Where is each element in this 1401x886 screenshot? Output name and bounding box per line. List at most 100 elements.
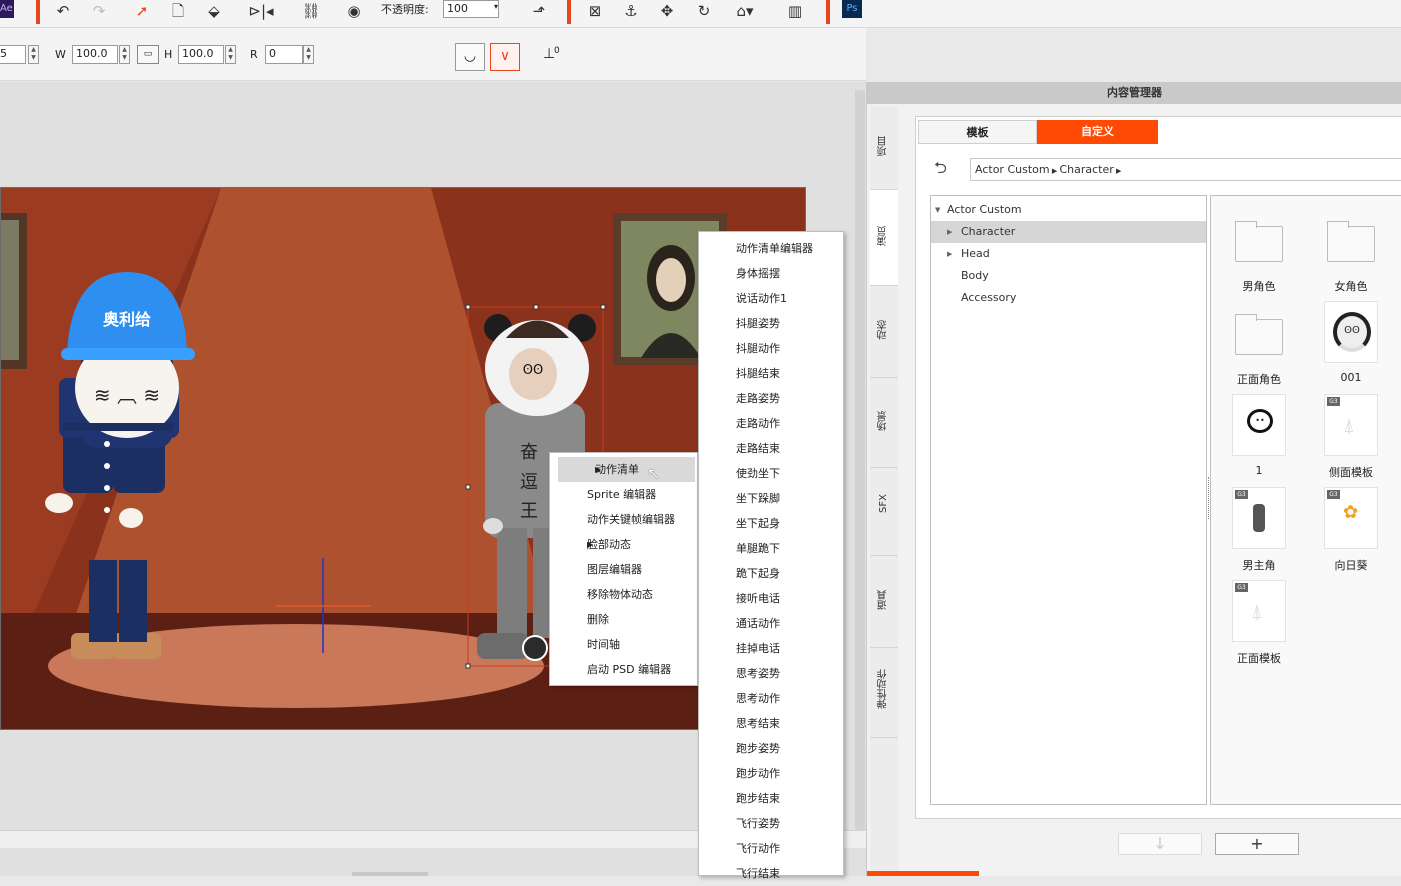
context-menu-item[interactable]: 移除物体动态 xyxy=(550,582,697,607)
submenu-item[interactable]: 动作清单编辑器 xyxy=(699,236,843,261)
ease-in-icon[interactable]: ◡ xyxy=(455,43,485,71)
after-effects-icon[interactable]: Ae xyxy=(0,0,14,18)
submenu-item[interactable]: 飞行结束 xyxy=(699,861,843,886)
stage-vertical-scrollbar[interactable] xyxy=(855,90,865,830)
asset-tile[interactable]: 男角色 xyxy=(1214,208,1304,300)
side-tab[interactable]: 场景 xyxy=(870,378,898,468)
side-tab[interactable]: 道具 xyxy=(870,556,898,648)
context-menu-item[interactable]: 启动 PSD 编辑器 xyxy=(550,657,697,682)
submenu-item[interactable]: 使劲坐下 xyxy=(699,461,843,486)
rotation-spinner[interactable]: ▲ ▼ xyxy=(303,45,314,64)
width-spinner[interactable]: ▲ ▼ xyxy=(119,45,130,64)
asset-tile[interactable]: G3 男主角 xyxy=(1214,487,1304,579)
submenu-item[interactable]: 挂掉电话 xyxy=(699,636,843,661)
selection-handle[interactable] xyxy=(465,663,471,669)
redo-icon[interactable]: ↷ xyxy=(88,2,110,20)
submenu-item[interactable]: 说话动作1 xyxy=(699,286,843,311)
submenu-item[interactable]: 跑步姿势 xyxy=(699,736,843,761)
tab-template[interactable]: 模板 xyxy=(918,120,1037,144)
link-icon[interactable]: ⛓ xyxy=(296,2,326,20)
add-button[interactable]: + xyxy=(1215,833,1299,855)
height-input[interactable]: 100.0 xyxy=(178,45,224,64)
undo-icon[interactable]: ↶ xyxy=(52,2,74,20)
side-tab[interactable]: SFX xyxy=(870,468,898,556)
side-tab[interactable]: 演员 xyxy=(870,190,898,286)
rotate-icon[interactable]: ↻ xyxy=(692,2,716,20)
selection-handle[interactable] xyxy=(600,304,606,310)
asset-tile[interactable]: G3 ✿ 向日葵 xyxy=(1306,487,1396,579)
opacity-input[interactable]: 100 xyxy=(443,0,499,18)
camera-icon[interactable]: ⊠ xyxy=(583,2,607,20)
photoshop-icon[interactable]: Ps xyxy=(842,0,862,18)
submenu-item[interactable]: 思考姿势 xyxy=(699,661,843,686)
new-page-icon[interactable]: 🗋 xyxy=(168,2,188,20)
asset-tile[interactable]: ʘʘ 001 xyxy=(1306,301,1396,393)
breadcrumb-item[interactable]: Character xyxy=(1059,163,1113,176)
submenu-item[interactable]: 单腿跪下 xyxy=(699,536,843,561)
x-spinner[interactable]: ▲ ▼ xyxy=(28,45,39,64)
side-tab[interactable]: 项目 xyxy=(870,106,898,190)
submenu-item[interactable]: 抖腿动作 xyxy=(699,336,843,361)
timeline-handle[interactable] xyxy=(352,872,428,876)
asset-tile[interactable]: •• 1 xyxy=(1214,394,1304,486)
home-icon[interactable]: ⌂▾ xyxy=(728,2,762,20)
export-icon[interactable]: ⬏ xyxy=(527,2,551,20)
asset-tile[interactable]: 女角色 xyxy=(1306,208,1396,300)
anchor-icon[interactable]: ⚓ xyxy=(620,2,642,20)
pivot-point-icon[interactable] xyxy=(522,635,548,661)
submenu-item[interactable]: 接听电话 xyxy=(699,586,843,611)
tree-expander-icon[interactable]: ▶ xyxy=(947,243,952,265)
submenu-item[interactable]: 跪下起身 xyxy=(699,561,843,586)
context-menu-item[interactable]: Sprite 编辑器 xyxy=(550,482,697,507)
submenu-item[interactable]: 走路动作 xyxy=(699,411,843,436)
context-menu-item[interactable]: 动作清单 ▶ xyxy=(558,457,695,482)
tab-custom[interactable]: 自定义 xyxy=(1037,120,1158,144)
asset-tile[interactable]: G3 ⍋ 正面模板 xyxy=(1214,580,1304,672)
tree-item[interactable]: ▶ Head xyxy=(931,243,1206,265)
tree-expander-icon[interactable]: ▼ xyxy=(935,199,940,221)
selection-handle[interactable] xyxy=(465,484,471,490)
side-tab[interactable]: 弹性动作 xyxy=(870,648,898,738)
context-menu-item[interactable]: 图层编辑器 xyxy=(550,557,697,582)
breadcrumb[interactable]: Actor Custom ▶ Character ▶ xyxy=(970,158,1401,181)
lock-ratio-icon[interactable]: ▭ xyxy=(137,45,159,64)
download-button[interactable]: ↓ xyxy=(1118,833,1202,855)
context-menu-item[interactable]: 动作关键帧编辑器 xyxy=(550,507,697,532)
selection-handle[interactable] xyxy=(533,304,539,310)
ease-out-icon[interactable]: ∨ xyxy=(490,43,520,71)
submenu-item[interactable]: 抖腿姿势 xyxy=(699,311,843,336)
rotation-input[interactable]: 0 xyxy=(265,45,303,64)
audio-icon[interactable]: ▥ xyxy=(784,2,806,20)
x-input[interactable]: 5 xyxy=(0,45,26,64)
preview-eye-icon[interactable]: ◉ xyxy=(343,2,365,20)
tree-item[interactable]: Accessory xyxy=(931,287,1206,309)
submenu-item[interactable]: 跑步动作 xyxy=(699,761,843,786)
height-spinner[interactable]: ▲ ▼ xyxy=(225,45,236,64)
submenu-item[interactable]: 飞行动作 xyxy=(699,836,843,861)
width-input[interactable]: 100.0 xyxy=(72,45,118,64)
tree-expander-icon[interactable]: ▶ xyxy=(947,221,952,243)
asset-tile[interactable]: G3 ⍋ 侧面模板 xyxy=(1306,394,1396,486)
selection-handle[interactable] xyxy=(465,304,471,310)
submenu-item[interactable]: 走路姿势 xyxy=(699,386,843,411)
context-menu-item[interactable]: 删除 xyxy=(550,607,697,632)
flip-icon[interactable]: ⊳|◂ xyxy=(246,2,276,20)
submenu-item[interactable]: 思考结束 xyxy=(699,711,843,736)
tree-item[interactable]: Body xyxy=(931,265,1206,287)
context-menu-item[interactable]: 脸部动态 ▶ xyxy=(550,532,697,557)
submenu-item[interactable]: 跑步结束 xyxy=(699,786,843,811)
submenu-item[interactable]: 飞行姿势 xyxy=(699,811,843,836)
context-menu-item[interactable]: 时间轴 xyxy=(550,632,697,657)
return-arrow-icon[interactable]: ⮌ xyxy=(934,157,947,184)
submenu-item[interactable]: 身体摇摆 xyxy=(699,261,843,286)
submenu-item[interactable]: 坐下起身 xyxy=(699,511,843,536)
breadcrumb-item[interactable]: Actor Custom xyxy=(975,163,1050,176)
submenu-item[interactable]: 抖腿结束 xyxy=(699,361,843,386)
asset-tile[interactable]: 正面角色 xyxy=(1214,301,1304,393)
fill-tool-icon[interactable]: ⬙ xyxy=(203,2,225,20)
side-tab[interactable]: 动态 xyxy=(870,286,898,378)
select-arrow-icon[interactable]: ➚ xyxy=(132,2,152,20)
submenu-item[interactable]: 思考动作 xyxy=(699,686,843,711)
submenu-item[interactable]: 通话动作 xyxy=(699,611,843,636)
move-icon[interactable]: ✥ xyxy=(655,2,679,20)
